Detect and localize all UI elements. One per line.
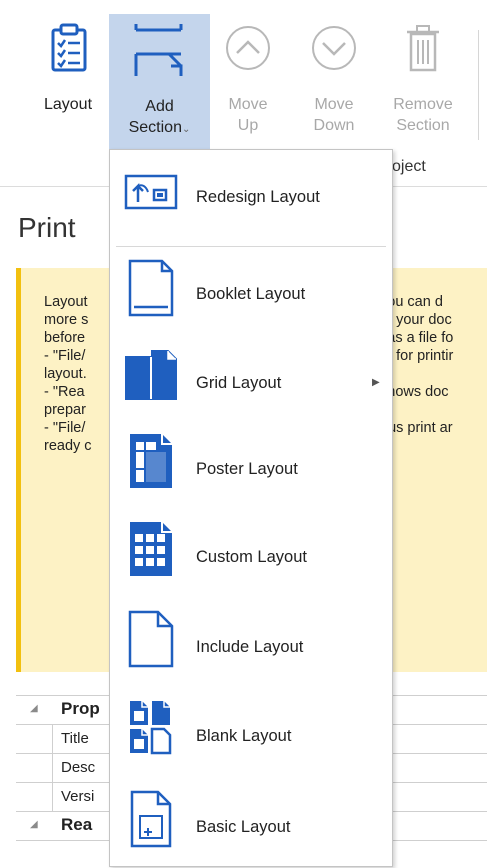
move-up-button[interactable]: Move Up xyxy=(218,12,278,147)
clipboard-list-icon xyxy=(28,22,108,72)
property-group-label: Prop xyxy=(61,699,100,718)
menu-item-blank-layout[interactable]: Blank Layout xyxy=(110,695,392,773)
menu-item-label: Basic Layout xyxy=(196,818,291,836)
grid-layout-icon xyxy=(122,345,180,407)
add-section-button[interactable]: Add Section⌄ xyxy=(109,14,210,149)
menu-item-include-layout[interactable]: Include Layout xyxy=(110,606,392,684)
menu-separator xyxy=(116,246,386,247)
arrow-down-circle-icon xyxy=(303,22,365,72)
menu-item-redesign-layout[interactable]: Redesign Layout xyxy=(110,162,392,240)
basic-layout-icon xyxy=(122,788,180,850)
custom-layout-icon xyxy=(122,518,180,580)
move-up-label-line1: Move xyxy=(228,96,268,113)
ribbon-group-label: oject xyxy=(392,158,426,175)
menu-item-label: Custom Layout xyxy=(196,548,307,566)
move-down-label-line2: Down xyxy=(313,117,355,134)
collapse-triangle-icon[interactable]: ◢ xyxy=(30,819,38,830)
layout-button[interactable]: Layout xyxy=(28,12,108,147)
property-label: Versi xyxy=(61,788,95,805)
submenu-arrow-icon: ▶ xyxy=(372,377,380,388)
add-section-label-line2: Section xyxy=(128,119,182,136)
note-line: layout. xyxy=(44,366,87,382)
ribbon-separator xyxy=(478,30,479,140)
menu-item-label: Grid Layout xyxy=(196,374,282,392)
note-line: prepar xyxy=(44,402,86,418)
menu-item-custom-layout[interactable]: Custom Layout xyxy=(110,516,392,594)
note-line: - "File/ xyxy=(44,420,86,436)
trash-icon xyxy=(383,22,463,72)
note-line: ready c xyxy=(44,438,92,454)
property-label: Title xyxy=(61,730,89,747)
remove-section-label-line2: Section xyxy=(396,117,450,134)
menu-item-label: Booklet Layout xyxy=(196,285,306,303)
menu-item-grid-layout[interactable]: Grid Layout ▶ xyxy=(110,340,392,418)
move-down-label-line1: Move xyxy=(314,96,354,113)
include-layout-icon xyxy=(122,608,180,670)
note-line: - "Rea xyxy=(44,384,85,400)
note-line: more s xyxy=(44,312,89,328)
note-line: Layout xyxy=(44,294,88,310)
move-down-button[interactable]: Move Down xyxy=(303,12,365,147)
note-line: - "File/ xyxy=(44,348,86,364)
remove-section-button[interactable]: Remove Section xyxy=(383,12,463,147)
menu-item-basic-layout[interactable]: Basic Layout xyxy=(110,784,392,862)
add-section-label-line1: Add xyxy=(145,98,174,115)
property-group-label: Rea xyxy=(61,815,93,834)
page-title: Print xyxy=(18,212,76,243)
menu-item-label: Blank Layout xyxy=(196,727,292,745)
add-section-dropdown-menu: Redesign Layout Booklet Layout Grid Layo… xyxy=(109,149,393,867)
menu-item-label: Redesign Layout xyxy=(196,188,320,206)
arrow-up-circle-icon xyxy=(218,22,278,72)
blank-layout-icon xyxy=(122,695,180,757)
remove-section-label-line1: Remove xyxy=(393,96,453,113)
property-label: Desc xyxy=(61,759,96,776)
chevron-down-icon: ⌄ xyxy=(181,124,191,135)
redesign-layout-icon xyxy=(122,172,180,212)
move-up-label-line2: Up xyxy=(237,117,259,134)
booklet-layout-icon xyxy=(122,257,180,319)
layout-button-label: Layout xyxy=(43,96,93,113)
poster-layout-icon xyxy=(122,430,180,492)
menu-item-label: Include Layout xyxy=(196,638,304,656)
collapse-triangle-icon[interactable]: ◢ xyxy=(30,703,38,714)
menu-item-label: Poster Layout xyxy=(196,460,298,478)
menu-item-booklet-layout[interactable]: Booklet Layout xyxy=(110,255,392,333)
add-section-icon xyxy=(109,24,210,76)
menu-item-poster-layout[interactable]: Poster Layout xyxy=(110,428,392,506)
note-line: before xyxy=(44,330,86,346)
